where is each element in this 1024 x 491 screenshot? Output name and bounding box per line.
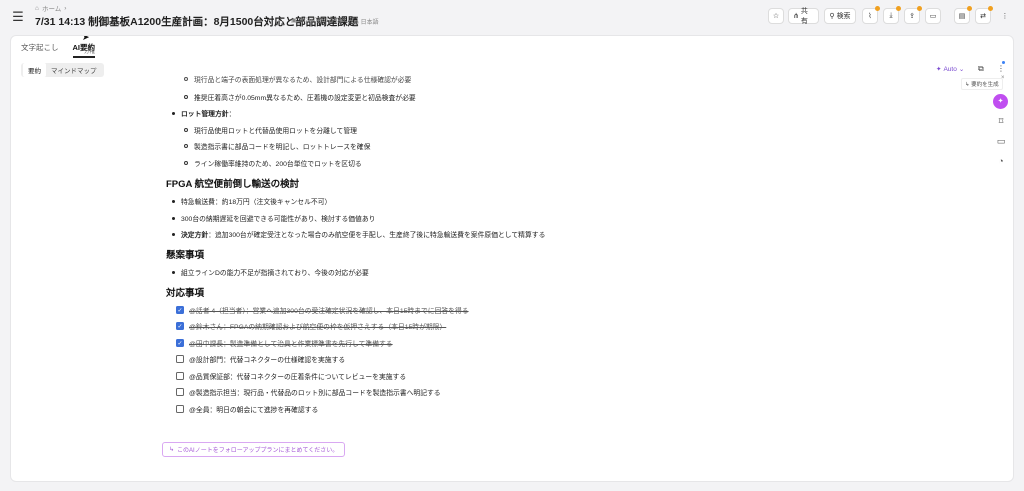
calendar-icon: ▣ <box>291 18 297 24</box>
main-panel: 文字起こし AI要約 ➤ 分権 要約 マインドマップ ✦ Auto ⌄ ⧉ ⋮ … <box>10 35 1014 482</box>
share-icon: ⋔ <box>793 13 799 20</box>
list-item: 現行品使用ロットと代替品使用ロットを分離して管理 <box>184 125 357 135</box>
generate-summary-tooltip[interactable]: ↳ 要約を生成 <box>961 78 1003 90</box>
checkbox-checked[interactable]: ✓ <box>176 339 184 347</box>
breadcrumb-separator: › <box>64 4 67 12</box>
more-button[interactable]: ⋮ <box>999 8 1011 24</box>
star-icon: ☆ <box>772 13 780 20</box>
list-item: 製造指示書に部品コードを明記し、ロットトレースを確保 <box>184 141 370 151</box>
auto-label: Auto <box>943 65 957 73</box>
list-item: ライン稼働率維持のため、200台単位でロットを区切る <box>184 158 362 168</box>
copy-icon[interactable]: ⧉ <box>978 64 984 74</box>
action-item[interactable]: @品質保証部：代替コネクターの圧着条件についてレビューを実施する <box>176 371 406 381</box>
paperclip-icon: ⌇ <box>868 13 872 20</box>
folder-icon: ▭ <box>929 13 937 20</box>
followup-label: このAIノートをフォローアッププランにまとめてください。 <box>177 448 339 454</box>
save-icon: ▤ <box>958 13 966 20</box>
breadcrumb: ⌂ ホーム › <box>35 3 67 14</box>
checkbox-unchecked[interactable] <box>176 388 184 396</box>
tab-tooltip: 分権 <box>84 49 96 55</box>
list-item: 決定方針 ：追加300台が確定受注となった場合のみ航空便を手配し、生産終了後に特急… <box>172 229 545 239</box>
search-button[interactable]: ⚲ 検索 <box>824 8 856 24</box>
note-language[interactable]: 日本語 <box>361 20 379 26</box>
share-button[interactable]: ⋔ 共有 <box>788 8 819 25</box>
list-item: 300台の納期遅延を回避できる可能性があり、検討する価値あり <box>172 213 375 223</box>
translate-button[interactable]: ⇄ <box>975 6 993 24</box>
search-label: 検索 <box>836 13 851 20</box>
home-icon[interactable]: ⌂ <box>35 5 39 12</box>
subtab-summary[interactable]: 要約 <box>23 63 46 77</box>
section-heading-actions: 対応事項 <box>166 288 205 299</box>
save-button[interactable]: ▤ <box>954 6 972 24</box>
action-item[interactable]: @全員：明日の朝会にて進捗を再確認する <box>176 404 318 414</box>
pie-chart-icon[interactable]: ◔ <box>993 156 1009 166</box>
action-item[interactable]: @設計部門：代替コネクターの仕様確認を実施する <box>176 354 345 364</box>
section-heading-fpga: FPGA 航空便前倒し輸送の検討 <box>166 179 300 190</box>
checkbox-unchecked[interactable] <box>176 355 184 363</box>
note-date: 2026/07/31 14:18 <box>298 18 346 24</box>
more-vertical-icon[interactable]: ⋮ <box>997 64 1005 73</box>
tab-transcript[interactable]: 文字起こし <box>21 42 59 58</box>
download-button[interactable]: ⤓ <box>883 6 901 24</box>
subtab-mindmap[interactable]: マインドマップ <box>46 63 102 77</box>
list-item: 特急輸送費：約18万円（注文後キャンセル不可） <box>172 196 331 206</box>
action-item[interactable]: ✓ @話者 4（担当者）：営業へ追加300台の受注確定状況を確認し、本日15時まで… <box>176 305 469 315</box>
checkbox-unchecked[interactable] <box>176 405 184 413</box>
globe-icon: ◍ <box>353 20 359 26</box>
attachment-button[interactable]: ⌇ <box>862 6 880 24</box>
sparkle-icon: ✦ <box>997 98 1004 105</box>
checkbox-checked[interactable]: ✓ <box>176 322 184 330</box>
action-item[interactable]: ✓ @田中課長：製造準備として治具と作業標準書を先行して準備する <box>176 338 393 348</box>
auto-model-select[interactable]: ✦ Auto ⌄ <box>936 65 965 74</box>
share-label: 共有 <box>800 8 808 25</box>
list-item: 組立ラインDの能力不足が指摘されており、今後の対応が必要 <box>172 267 369 277</box>
list-item: ロット管理方針： <box>172 108 235 118</box>
list-item: 推奨圧着高さが0.05mm異なるため、圧着機の設定変更と初品検査が必要 <box>184 92 416 102</box>
search-icon: ⚲ <box>829 13 835 20</box>
mouse-cursor-icon: ➤ <box>82 35 90 42</box>
export-icon: ⇪ <box>909 13 915 20</box>
followup-prompt-button[interactable]: ↳ このAIノートをフォローアッププランにまとめてください。 <box>162 442 346 457</box>
sparkle-icon: ↳ <box>169 447 175 453</box>
comment-icon[interactable]: ▭ <box>993 136 1009 147</box>
top-bar: ☰ ⌂ ホーム › 7/31 14:13 制御基板A1200生産計画：8月150… <box>0 0 1024 36</box>
note-meta: ▣ 2026/07/31 14:18 ◍ 日本語 <box>291 17 379 26</box>
star-button[interactable]: ☆ <box>768 8 784 24</box>
checkbox-unchecked[interactable] <box>176 372 184 380</box>
action-item[interactable]: @製造指示担当：現行品・代替品のロット別に部品コードを製造指示書へ明記する <box>176 387 441 397</box>
more-vertical-icon: ⋮ <box>1001 13 1009 20</box>
breadcrumb-home[interactable]: ホーム <box>42 3 61 13</box>
checkbox-checked[interactable]: ✓ <box>176 306 184 314</box>
chevron-down-icon: ⌄ <box>958 66 965 73</box>
sparkle-icon: ✦ <box>936 66 942 73</box>
generate-summary-label: 要約を生成 <box>971 82 999 88</box>
menu-icon[interactable]: ☰ <box>10 9 26 25</box>
export-button[interactable]: ⇪ <box>904 6 922 24</box>
download-icon: ⤓ <box>889 12 893 19</box>
folder-button[interactable]: ▭ <box>925 8 941 24</box>
list-item: 現行品と端子の表面処理が異なるため、設計部門による仕様確認が必要 <box>184 74 411 84</box>
notification-dot <box>1002 61 1005 64</box>
view-switcher: 要約 マインドマップ <box>21 63 104 77</box>
action-item[interactable]: ✓ @鈴木さん：FPGAの納期確認および航空便の枠を仮押さえする（本日15時が期限… <box>176 321 446 331</box>
translate-icon: ⇄ <box>980 13 986 20</box>
ai-assistant-button[interactable]: ✦ <box>993 94 1008 109</box>
bookmark-icon[interactable]: ⌑ <box>993 116 1009 127</box>
section-heading-concerns: 懸案事項 <box>166 250 205 261</box>
